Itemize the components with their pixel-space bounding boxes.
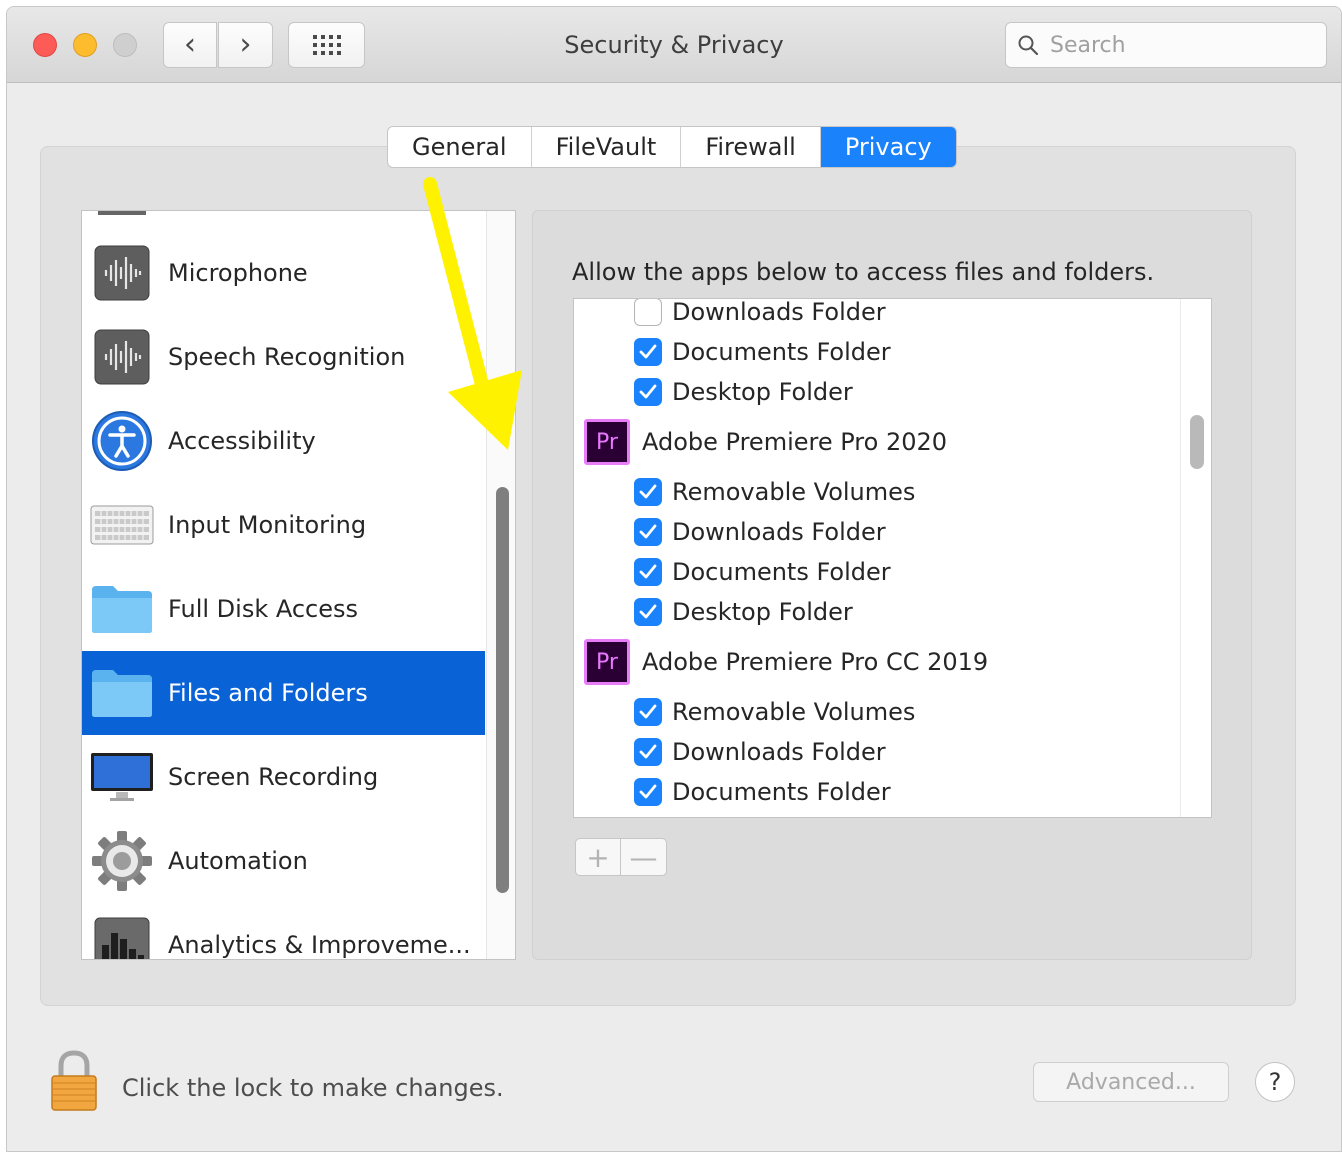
sidebar-item-label: Screen Recording	[168, 763, 379, 791]
permission-row[interactable]: Downloads Folder	[634, 732, 886, 772]
permission-label: Downloads Folder	[672, 518, 886, 546]
speech-waveform-icon	[90, 325, 154, 389]
app-name: Adobe Premiere Pro 2020	[642, 428, 948, 456]
checkbox-checked[interactable]	[634, 598, 662, 626]
folder-icon	[90, 661, 154, 725]
sidebar-item-label: Analytics & Improveme...	[168, 931, 471, 959]
checkbox-unchecked[interactable]	[634, 299, 662, 326]
sidebar-item-label: Speech Recognition	[168, 343, 406, 371]
permission-row[interactable]: Documents Folder	[634, 552, 891, 592]
app-list-scrollbar[interactable]	[1180, 299, 1211, 817]
checkbox-checked[interactable]	[634, 478, 662, 506]
checkmark-icon	[639, 484, 657, 499]
permission-row[interactable]: Removable Volumes	[634, 692, 915, 732]
sidebar-item-label: Accessibility	[168, 427, 316, 455]
sidebar-item-label: Automation	[168, 847, 308, 875]
help-button[interactable]: ?	[1255, 1062, 1295, 1102]
display-icon	[90, 745, 154, 809]
tab-bar: General FileVault Firewall Privacy	[387, 126, 957, 168]
checkmark-icon	[639, 784, 657, 799]
sidebar-item-analytics[interactable]: Analytics & Improveme...	[82, 903, 485, 959]
lock-status-text: Click the lock to make changes.	[122, 1074, 504, 1102]
checkmark-icon	[639, 744, 657, 759]
tab-general[interactable]: General	[388, 127, 532, 167]
checkbox-checked[interactable]	[634, 778, 662, 806]
tab-filevault[interactable]: FileVault	[532, 127, 682, 167]
sidebar-item-speech-recognition[interactable]: Speech Recognition	[82, 315, 485, 399]
search-input[interactable]	[1050, 31, 1320, 59]
permission-row[interactable]: Documents Folder	[634, 332, 891, 372]
sidebar-item-label: Files and Folders	[168, 679, 368, 707]
sidebar-item-label: Input Monitoring	[168, 511, 367, 539]
checkmark-icon	[639, 344, 657, 359]
tab-privacy[interactable]: Privacy	[820, 127, 956, 167]
checkmark-icon	[639, 604, 657, 619]
sidebar-item-input-monitoring[interactable]: Input Monitoring	[82, 483, 485, 567]
permission-label: Downloads Folder	[672, 298, 886, 326]
checkbox-checked[interactable]	[634, 338, 662, 366]
advanced-button[interactable]: Advanced...	[1033, 1062, 1229, 1102]
permission-label: Desktop Folder	[672, 598, 853, 626]
premiere-pro-icon: Pr	[584, 639, 630, 685]
privacy-category-list[interactable]: Microphone Speech Recognition Accessibil…	[81, 210, 516, 960]
gear-icon	[90, 829, 154, 893]
permission-label: Documents Folder	[672, 338, 891, 366]
permission-label: Removable Volumes	[672, 478, 916, 506]
permission-row[interactable]: Removable Volumes	[634, 472, 915, 512]
add-app-button[interactable]: +	[576, 839, 622, 875]
folder-icon	[90, 577, 154, 641]
app-row: Pr Adobe Premiere Pro 2020	[584, 417, 947, 467]
checkmark-icon	[639, 384, 657, 399]
checkmark-icon	[639, 564, 657, 579]
checkbox-checked[interactable]	[634, 698, 662, 726]
keyboard-icon	[90, 493, 154, 557]
app-row: Pr Adobe Premiere Pro CC 2019	[584, 637, 988, 687]
sidebar-item-screen-recording[interactable]: Screen Recording	[82, 735, 485, 819]
checkbox-checked[interactable]	[634, 378, 662, 406]
checkbox-checked[interactable]	[634, 738, 662, 766]
sidebar-item-accessibility[interactable]: Accessibility	[82, 399, 485, 483]
panel-heading: Allow the apps below to access files and…	[572, 258, 1155, 286]
permission-row[interactable]: Downloads Folder	[634, 298, 886, 332]
remove-app-button[interactable]: —	[621, 839, 666, 875]
permission-row[interactable]: Desktop Folder	[634, 592, 853, 632]
add-remove-control: + —	[575, 838, 667, 876]
tab-firewall[interactable]: Firewall	[681, 127, 821, 167]
category-list-scrollbar[interactable]	[486, 211, 515, 959]
scrollbar-thumb[interactable]	[1190, 415, 1204, 469]
premiere-pro-icon: Pr	[584, 419, 630, 465]
title-bar: ‹ › Security & Privacy	[7, 7, 1341, 83]
sidebar-item-automation[interactable]: Automation	[82, 819, 485, 903]
sidebar-item-microphone[interactable]: Microphone	[82, 231, 485, 315]
permission-label: Removable Volumes	[672, 698, 916, 726]
permission-label: Downloads Folder	[672, 738, 886, 766]
sidebar-item-label: Full Disk Access	[168, 595, 359, 623]
permission-row[interactable]: Downloads Folder	[634, 512, 886, 552]
permission-label: Desktop Folder	[672, 378, 853, 406]
search-icon	[1018, 35, 1038, 55]
checkbox-checked[interactable]	[634, 558, 662, 586]
sidebar-item-full-disk-access[interactable]: Full Disk Access	[82, 567, 485, 651]
microphone-waveform-icon	[90, 241, 154, 305]
accessibility-icon	[90, 409, 154, 473]
sidebar-item-label: Microphone	[168, 259, 308, 287]
app-permissions-list[interactable]: Downloads Folder Documents Folder Deskto…	[573, 298, 1212, 818]
lock-icon[interactable]	[50, 1050, 98, 1112]
checkmark-icon	[639, 524, 657, 539]
permission-row[interactable]: Desktop Folder	[634, 372, 853, 412]
checkbox-checked[interactable]	[634, 518, 662, 546]
previous-item-sliver	[82, 211, 485, 231]
bar-chart-icon	[90, 913, 154, 959]
permission-row[interactable]: Documents Folder	[634, 772, 891, 812]
app-name: Adobe Premiere Pro CC 2019	[642, 648, 989, 676]
checkmark-icon	[639, 704, 657, 719]
permission-label: Documents Folder	[672, 558, 891, 586]
search-field[interactable]	[1005, 22, 1327, 68]
scrollbar-thumb[interactable]	[496, 487, 509, 893]
permission-label: Documents Folder	[672, 778, 891, 806]
sidebar-item-files-and-folders[interactable]: Files and Folders	[82, 651, 485, 735]
